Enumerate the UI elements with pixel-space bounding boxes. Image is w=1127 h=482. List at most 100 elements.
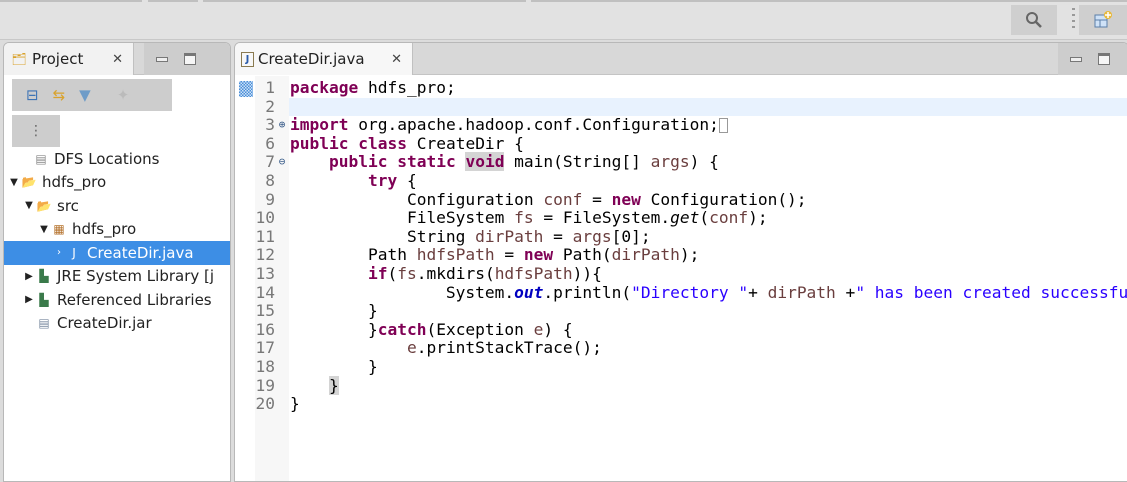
code-line[interactable]: 7⊖​ public static void main(String[] arg… bbox=[235, 152, 1127, 172]
code-token: + bbox=[748, 282, 768, 302]
fold-toggle-icon[interactable]: ⊕ bbox=[275, 116, 289, 135]
search-button[interactable] bbox=[1011, 5, 1057, 35]
tree-item[interactable]: ▶ ▙ JRE System Library [j bbox=[4, 265, 230, 289]
tree-item[interactable]: ▤ CreateDir.jar bbox=[4, 312, 230, 336]
tree-item[interactable]: ▼ ▦ hdfs_pro bbox=[4, 218, 230, 242]
code-line[interactable]: 14 ​ System.out.println("Directory "+ dir… bbox=[235, 282, 1127, 303]
line-number: 2 bbox=[265, 96, 275, 116]
minimize-button[interactable] bbox=[1070, 56, 1082, 62]
code-token: args bbox=[572, 226, 612, 246]
project-tree: ▤ DFS Locations ▼ 📂 hdfs_pro ▼ 📂 src ▼ ▦ hdfs_pro ›… bbox=[4, 147, 230, 335]
code-text: ​ }catch(Exception e) { bbox=[289, 319, 1127, 340]
code-line[interactable]: 20 ​} bbox=[235, 394, 1127, 414]
code-editor[interactable]: 1​package hdfs_pro;2​3⊕​import org.apach… bbox=[235, 76, 1127, 481]
minimize-button[interactable] bbox=[156, 56, 168, 62]
expand-arrow-icon[interactable]: ▼ bbox=[8, 177, 20, 188]
code-token: " has been created successfully" bbox=[855, 282, 1127, 302]
code-token: hdfs_pro; bbox=[358, 78, 456, 97]
line-number: 12 bbox=[255, 245, 276, 265]
line-number: 1 bbox=[265, 78, 275, 97]
code-token: fs bbox=[397, 263, 417, 283]
expand-arrow-icon[interactable]: › bbox=[53, 247, 65, 258]
collapse-all-icon[interactable]: ⊟ bbox=[26, 86, 39, 104]
code-token: } bbox=[290, 301, 378, 321]
tree-item-label: CreateDir.java bbox=[87, 243, 194, 262]
code-text: ​ } bbox=[289, 357, 1127, 377]
tab-createdir-java[interactable]: J CreateDir.java ✕ bbox=[235, 43, 413, 75]
project-tabbar: 🗂 Project ✕ bbox=[4, 43, 230, 75]
code-token: Path( bbox=[553, 245, 612, 265]
code-line[interactable]: 2​ bbox=[235, 96, 1127, 117]
code-line[interactable]: 15 ​ } bbox=[235, 301, 1127, 321]
code-line[interactable]: 13​ if(fs.mkdirs(hdfsPath)){ bbox=[235, 263, 1127, 284]
code-token: try bbox=[367, 170, 398, 190]
code-token: class bbox=[358, 133, 407, 153]
tree-item-label: CreateDir.jar bbox=[57, 314, 152, 333]
code-line[interactable]: 6 ​public class CreateDir { bbox=[235, 133, 1127, 154]
expand-arrow-icon[interactable]: ▼ bbox=[38, 224, 50, 235]
code-line[interactable]: 16 ​ }catch(Exception e) { bbox=[235, 319, 1127, 340]
code-token: ( bbox=[699, 208, 710, 228]
project-explorer-panel: 🗂 Project ✕ ⊟ ⇆ ▼ ✦ ⋮ ▤ DFS Locations ▼ 📂 hd… bbox=[3, 42, 231, 482]
tree-item[interactable]: › J CreateDir.java bbox=[4, 241, 230, 265]
code-line[interactable]: 3⊕​import org.apache.hadoop.conf.Configu… bbox=[235, 115, 1127, 135]
code-token: new bbox=[611, 189, 641, 209]
project-window-controls bbox=[144, 43, 230, 75]
code-line[interactable]: 9 ​ Configuration conf = new Configuratio… bbox=[235, 189, 1127, 210]
project-folder-icon: 📂 bbox=[21, 175, 37, 190]
collapsed-imports-marker[interactable] bbox=[718, 118, 728, 134]
code-line[interactable]: 19 ​ } bbox=[235, 375, 1127, 396]
fold-toggle-icon[interactable]: ⊖ bbox=[275, 153, 289, 172]
tree-item-label: Referenced Libraries bbox=[57, 290, 212, 309]
java-file-icon: J bbox=[72, 245, 76, 260]
line-number: 10 bbox=[255, 208, 276, 228]
code-line[interactable]: 10 ​ FileSystem fs = FileSystem.get(conf)… bbox=[235, 208, 1127, 228]
tab-createdir-label: CreateDir.java bbox=[258, 50, 365, 68]
tree-item-label: hdfs_pro bbox=[72, 220, 137, 239]
expand-arrow-icon[interactable]: ▶ bbox=[23, 271, 35, 282]
link-with-editor-icon[interactable]: ⇆ bbox=[53, 86, 66, 104]
code-token: + bbox=[835, 282, 856, 302]
code-line[interactable]: 17 ​ e.printStackTrace(); bbox=[235, 339, 1127, 358]
code-text: ​ String dirPath = args[0]; bbox=[289, 226, 1127, 247]
expand-arrow-icon[interactable]: ▼ bbox=[23, 200, 35, 211]
code-token: catch bbox=[377, 319, 427, 339]
code-token: conf bbox=[709, 208, 749, 228]
line-number: 13 bbox=[255, 263, 276, 283]
code-token: CreateDir { bbox=[406, 133, 524, 153]
close-icon[interactable]: ✕ bbox=[112, 52, 123, 67]
code-line[interactable]: 8 ​ try { bbox=[235, 170, 1127, 191]
expand-arrow-icon[interactable]: ▶ bbox=[23, 294, 35, 305]
tab-project[interactable]: 🗂 Project ✕ bbox=[4, 43, 134, 75]
code-line[interactable]: 11 ​ String dirPath = args[0]; bbox=[235, 226, 1127, 247]
code-token: e bbox=[406, 338, 417, 358]
code-line[interactable]: 12 ​ Path hdfsPath = new Path(dirPath); bbox=[235, 246, 1127, 265]
code-token: System. bbox=[290, 282, 515, 302]
editor-tabbar: J CreateDir.java ✕ bbox=[235, 43, 1127, 75]
open-perspective-button[interactable] bbox=[1079, 5, 1127, 35]
maximize-button[interactable] bbox=[184, 53, 196, 65]
tree-item[interactable]: ▤ DFS Locations bbox=[4, 147, 230, 171]
close-icon[interactable]: ✕ bbox=[391, 52, 402, 67]
line-number: 15 bbox=[255, 301, 276, 321]
toolbar-grip[interactable] bbox=[1072, 8, 1075, 32]
filter-icon[interactable]: ▼ bbox=[79, 86, 91, 104]
line-number: 16 bbox=[255, 319, 276, 339]
code-text: ​} bbox=[289, 394, 1127, 414]
tree-item-label: src bbox=[57, 196, 79, 215]
search-icon bbox=[1026, 12, 1042, 28]
maximize-button[interactable] bbox=[1098, 53, 1110, 65]
dfs-icon: ▤ bbox=[35, 151, 47, 166]
line-number: 7 bbox=[265, 152, 275, 172]
tree-item[interactable]: ▶ ▙ Referenced Libraries bbox=[4, 288, 230, 312]
view-menu-button[interactable]: ⋮ bbox=[12, 115, 60, 147]
code-token: .printStackTrace(); bbox=[416, 338, 602, 358]
tree-item[interactable]: ▼ 📂 hdfs_pro bbox=[4, 171, 230, 195]
code-line[interactable]: 1 ​package hdfs_pro; bbox=[235, 78, 1127, 98]
tree-item[interactable]: ▼ 📂 src bbox=[4, 194, 230, 218]
code-token: main(String[] bbox=[504, 152, 651, 172]
code-line[interactable]: 18 ​ } bbox=[235, 357, 1127, 377]
code-token: org.apache.hadoop.conf.Configuration; bbox=[348, 115, 719, 135]
code-token: "Directory " bbox=[631, 282, 749, 302]
